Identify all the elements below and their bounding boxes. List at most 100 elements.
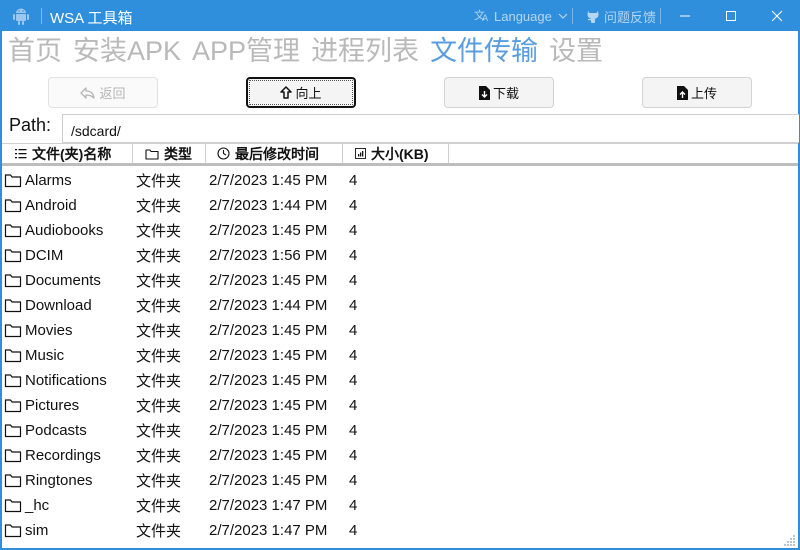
table-row[interactable]: Pictures 文件夹 2/7/2023 1:45 PM 4 xyxy=(2,393,798,418)
close-button[interactable] xyxy=(754,0,800,31)
file-size: 4 xyxy=(349,522,358,539)
column-header-type[interactable]: 类型 xyxy=(133,144,206,163)
file-size: 4 xyxy=(349,372,358,389)
file-name: Download xyxy=(25,297,92,314)
app-window: WSA 工具箱 文A Language 问题反馈 首页 安装APK APP管理 … xyxy=(0,0,800,550)
folder-icon xyxy=(4,498,22,513)
file-size: 4 xyxy=(349,272,358,289)
download-button[interactable]: 下载 xyxy=(444,77,554,108)
title-bar[interactable]: WSA 工具箱 文A Language 问题反馈 xyxy=(0,0,800,31)
file-name: Alarms xyxy=(25,172,72,189)
table-row[interactable]: Download 文件夹 2/7/2023 1:44 PM 4 xyxy=(2,293,798,318)
file-type: 文件夹 xyxy=(136,473,182,490)
nav-tabs: 首页 安装APK APP管理 进程列表 文件传输 设置 xyxy=(8,33,614,69)
table-row[interactable]: Movies 文件夹 2/7/2023 1:45 PM 4 xyxy=(2,318,798,343)
title-separator xyxy=(41,8,42,24)
tab-process-list[interactable]: 进程列表 xyxy=(311,33,419,69)
chart-icon xyxy=(355,148,366,159)
resize-grip-icon[interactable] xyxy=(784,534,796,546)
back-button[interactable]: 返回 xyxy=(48,77,158,108)
table-row[interactable]: DCIM 文件夹 2/7/2023 1:56 PM 4 xyxy=(2,243,798,268)
file-size: 4 xyxy=(349,172,358,189)
file-type: 文件夹 xyxy=(136,373,182,390)
list-icon xyxy=(15,148,27,159)
file-size: 4 xyxy=(349,222,358,239)
file-type: 文件夹 xyxy=(136,323,182,340)
column-header-size[interactable]: 大小(KB) xyxy=(343,144,449,163)
minimize-button[interactable] xyxy=(662,0,708,31)
file-type: 文件夹 xyxy=(136,398,182,415)
table-row[interactable]: Podcasts 文件夹 2/7/2023 1:45 PM 4 xyxy=(2,418,798,443)
table-row[interactable]: Notifications 文件夹 2/7/2023 1:45 PM 4 xyxy=(2,368,798,393)
table-row[interactable]: Documents 文件夹 2/7/2023 1:45 PM 4 xyxy=(2,268,798,293)
upload-button[interactable]: 上传 xyxy=(642,77,752,108)
file-name: Pictures xyxy=(25,397,80,414)
column-label: 类型 xyxy=(164,145,192,162)
table-row[interactable]: Alarms 文件夹 2/7/2023 1:45 PM 4 xyxy=(2,168,798,193)
file-modified: 2/7/2023 1:45 PM xyxy=(209,372,328,389)
file-type: 文件夹 xyxy=(136,198,182,215)
table-row[interactable]: Audiobooks 文件夹 2/7/2023 1:45 PM 4 xyxy=(2,218,798,243)
table-row[interactable]: Ringtones 文件夹 2/7/2023 1:45 PM 4 xyxy=(2,468,798,493)
file-name: _hc xyxy=(25,497,50,514)
maximize-icon xyxy=(726,10,736,21)
main-content: 首页 安装APK APP管理 进程列表 文件传输 设置 返回 向上 下载 上传 … xyxy=(2,31,799,548)
tab-app-management[interactable]: APP管理 xyxy=(192,33,300,69)
file-name: Ringtones xyxy=(25,472,93,489)
language-label: Language xyxy=(494,8,552,24)
folder-icon xyxy=(4,223,22,238)
file-type: 文件夹 xyxy=(136,223,182,240)
table-row[interactable]: Music 文件夹 2/7/2023 1:45 PM 4 xyxy=(2,343,798,368)
file-name: Movies xyxy=(25,322,73,339)
file-name-cell: sim xyxy=(2,522,136,539)
column-header-name[interactable]: 文件(夹)名称 xyxy=(2,144,133,163)
table-row[interactable]: Android 文件夹 2/7/2023 1:44 PM 4 xyxy=(2,193,798,218)
tab-settings[interactable]: 设置 xyxy=(549,33,603,69)
folder-icon xyxy=(4,473,22,488)
file-modified: 2/7/2023 1:45 PM xyxy=(209,322,328,339)
file-size: 4 xyxy=(349,397,358,414)
file-size: 4 xyxy=(349,322,358,339)
folder-icon xyxy=(4,323,22,338)
github-icon xyxy=(587,11,599,23)
folder-icon xyxy=(4,373,22,388)
title-separator xyxy=(660,8,661,24)
svg-text:A: A xyxy=(482,14,489,22)
file-name: Audiobooks xyxy=(25,222,104,239)
folder-icon xyxy=(4,448,22,463)
upload-label: 上传 xyxy=(690,86,717,101)
file-name: Podcasts xyxy=(25,422,87,439)
folder-icon xyxy=(4,298,22,313)
language-dropdown[interactable]: 文A Language xyxy=(474,7,568,25)
chevron-down-icon xyxy=(558,11,568,22)
tab-install-apk[interactable]: 安装APK xyxy=(73,33,181,69)
file-name-cell: Movies xyxy=(2,322,136,339)
file-name-cell: Pictures xyxy=(2,397,136,414)
table-row[interactable]: sim 文件夹 2/7/2023 1:47 PM 4 xyxy=(2,518,798,543)
up-button[interactable]: 向上 xyxy=(246,77,356,108)
maximize-button[interactable] xyxy=(708,0,754,31)
file-list: Alarms 文件夹 2/7/2023 1:45 PM 4 Android 文件夹 2/7/… xyxy=(2,168,798,543)
feedback-button[interactable]: 问题反馈 xyxy=(585,7,656,25)
file-modified: 2/7/2023 1:45 PM xyxy=(209,447,328,464)
folder-icon xyxy=(4,423,22,438)
table-row[interactable]: Recordings 文件夹 2/7/2023 1:45 PM 4 xyxy=(2,443,798,468)
file-name: Notifications xyxy=(25,372,107,389)
up-label: 向上 xyxy=(295,86,322,101)
path-label: Path: xyxy=(9,115,52,135)
file-type: 文件夹 xyxy=(136,448,182,465)
file-type: 文件夹 xyxy=(136,248,182,265)
file-name-cell: Download xyxy=(2,297,136,314)
file-type: 文件夹 xyxy=(136,173,182,190)
translate-icon: 文A xyxy=(474,8,490,25)
file-modified: 2/7/2023 1:47 PM xyxy=(209,522,328,539)
tab-file-transfer[interactable]: 文件传输 xyxy=(430,33,538,69)
file-size: 4 xyxy=(349,347,358,364)
file-size: 4 xyxy=(349,472,358,489)
column-label: 文件(夹)名称 xyxy=(32,145,112,162)
file-size: 4 xyxy=(349,497,358,514)
table-row[interactable]: _hc 文件夹 2/7/2023 1:47 PM 4 xyxy=(2,493,798,518)
column-header-modified[interactable]: 最后修改时间 xyxy=(206,144,343,163)
path-input[interactable] xyxy=(62,114,799,143)
tab-home[interactable]: 首页 xyxy=(8,33,62,69)
